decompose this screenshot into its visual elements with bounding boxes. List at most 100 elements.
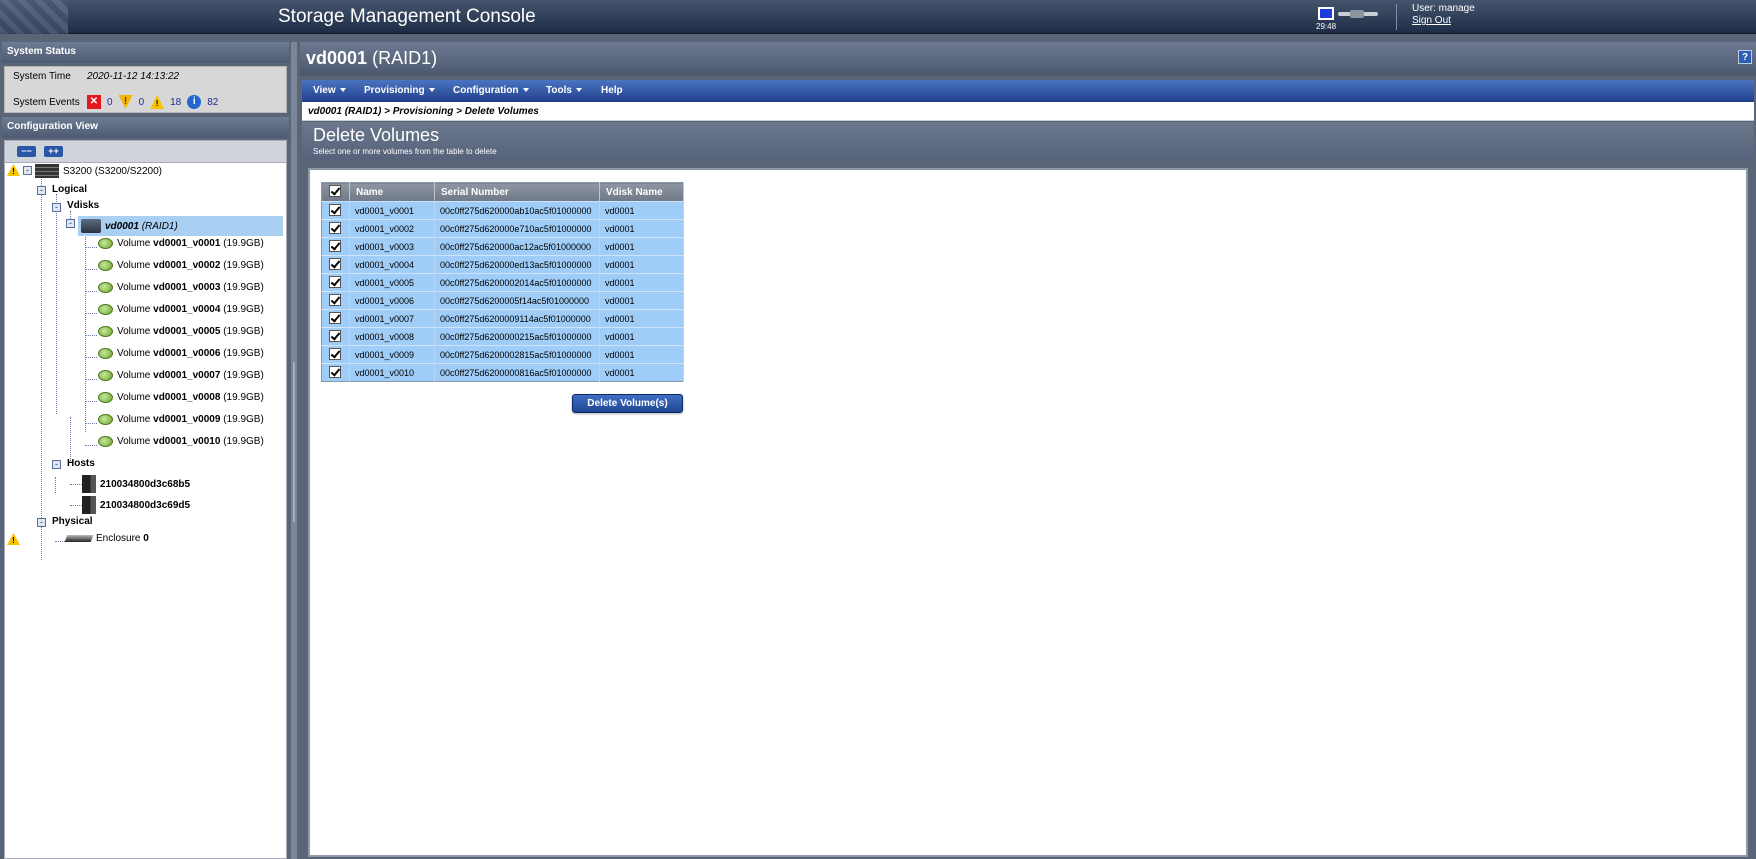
table-row[interactable]: vd0001_v0007 00c0ff275d6200009114ac5f0100… (321, 309, 684, 328)
error-events[interactable]: ✕ 0 (87, 95, 113, 109)
volume-size: (19.9GB) (223, 370, 264, 381)
error-count: 0 (107, 96, 113, 108)
row-checkbox[interactable] (329, 275, 341, 288)
tree-node-vdisks[interactable]: Vdisks (67, 200, 99, 211)
tree-node-host[interactable]: 210034800d3c68b5 (82, 475, 190, 493)
cell-vdisk-name: vd0001 (599, 273, 684, 292)
critical-events[interactable]: ! 0 (118, 95, 144, 109)
cell-serial-number: 00c0ff275d6200009114ac5f01000000 (434, 309, 600, 328)
volume-name: vd0001_v0001 (153, 238, 221, 249)
panel-splitter[interactable] (291, 42, 297, 859)
table-row[interactable]: vd0001_v0003 00c0ff275d620000ac12ac5f0100… (321, 237, 684, 256)
host-label: 210034800d3c68b5 (100, 478, 191, 490)
cell-volume-name: vd0001_v0010 (349, 363, 435, 382)
info-events[interactable]: i 82 (187, 95, 218, 109)
connection-status-widget[interactable]: 29:48 (1316, 7, 1384, 31)
menu-view[interactable]: View (313, 85, 346, 96)
row-checkbox[interactable] (329, 203, 341, 216)
volume-prefix: Volume (117, 304, 151, 315)
table-row[interactable]: vd0001_v0006 00c0ff275d6200005f14ac5f0100… (321, 291, 684, 310)
tree-node-volume[interactable]: Volume vd0001_v0007 (19.9GB) (98, 370, 264, 381)
volume-prefix: Volume (117, 436, 151, 447)
menu-help[interactable]: Help (601, 85, 623, 96)
cell-serial-number: 00c0ff275d620000ed13ac5f01000000 (434, 255, 600, 274)
column-header-name[interactable]: Name (349, 182, 435, 202)
table-row[interactable]: vd0001_v0004 00c0ff275d620000ed13ac5f0100… (321, 255, 684, 274)
tree-connector (70, 484, 82, 485)
warning-icon: ! (150, 95, 165, 109)
tree-node-volume[interactable]: Volume vd0001_v0004 (19.9GB) (98, 304, 264, 315)
tree-node-volume[interactable]: Volume vd0001_v0006 (19.9GB) (98, 348, 264, 359)
system-status-heading: System Status (2, 42, 289, 63)
volume-prefix: Volume (117, 282, 151, 293)
table-row[interactable]: vd0001_v0001 00c0ff275d620000ab10ac5f0100… (321, 201, 684, 220)
tree-node-volume[interactable]: Volume vd0001_v0005 (19.9GB) (98, 326, 264, 337)
table-row[interactable]: vd0001_v0002 00c0ff275d620000e710ac5f0100… (321, 219, 684, 238)
tree-connector (85, 269, 97, 270)
tree-node-volume[interactable]: Volume vd0001_v0010 (19.9GB) (98, 436, 264, 447)
column-header-serial[interactable]: Serial Number (434, 182, 600, 202)
tree-node-physical[interactable]: Physical (52, 516, 93, 527)
physical-expander[interactable]: - (37, 518, 46, 527)
tree-node-volume[interactable]: Volume vd0001_v0001 (19.9GB) (98, 238, 264, 249)
tree-node-volume[interactable]: Volume vd0001_v0009 (19.9GB) (98, 414, 264, 425)
main-title-bar: vd0001 (RAID1) ? (300, 42, 1756, 76)
row-select-cell (321, 219, 350, 238)
tree-node-volume[interactable]: Volume vd0001_v0002 (19.9GB) (98, 260, 264, 271)
row-select-cell (321, 327, 350, 346)
delete-volumes-button[interactable]: Delete Volume(s) (572, 394, 683, 413)
expand-all-button[interactable]: ++ (44, 146, 63, 157)
row-checkbox[interactable] (329, 293, 341, 306)
tree-connector (85, 291, 97, 292)
column-header-vdisk[interactable]: Vdisk Name (599, 182, 684, 202)
system-events-label: System Events (13, 96, 80, 108)
tree-node-volume[interactable]: Volume vd0001_v0003 (19.9GB) (98, 282, 264, 293)
vdisks-expander[interactable]: - (52, 203, 61, 212)
tree-node-volume[interactable]: Volume vd0001_v0008 (19.9GB) (98, 392, 264, 403)
row-checkbox[interactable] (329, 257, 341, 270)
row-checkbox[interactable] (329, 347, 341, 360)
menu-provisioning[interactable]: Provisioning (364, 85, 435, 96)
table-row[interactable]: vd0001_v0010 00c0ff275d6200000816ac5f0100… (321, 363, 684, 382)
tree-node-hosts[interactable]: Hosts (67, 458, 95, 469)
row-checkbox[interactable] (329, 221, 341, 234)
sign-out-link[interactable]: Sign Out (1412, 15, 1451, 26)
collapse-all-button[interactable]: −− (17, 146, 36, 157)
menu-configuration[interactable]: Configuration (453, 85, 529, 96)
cell-vdisk-name: vd0001 (599, 309, 684, 328)
volume-size: (19.9GB) (223, 436, 264, 447)
system-status-panel: System Time 2020-11-12 14:13:22 System E… (4, 66, 287, 113)
row-checkbox[interactable] (329, 365, 341, 378)
row-checkbox[interactable] (329, 239, 341, 252)
table-row[interactable]: vd0001_v0009 00c0ff275d6200002815ac5f0100… (321, 345, 684, 364)
help-button[interactable]: ? (1738, 50, 1752, 64)
array-expander[interactable]: - (23, 166, 32, 175)
cell-volume-name: vd0001_v0003 (349, 237, 435, 256)
tree-node-host[interactable]: 210034800d3c69d5 (82, 496, 190, 514)
volume-size: (19.9GB) (223, 238, 264, 249)
volume-prefix: Volume (117, 370, 151, 381)
tree-node-logical[interactable]: Logical (52, 184, 87, 195)
hosts-expander[interactable]: - (52, 460, 61, 469)
row-checkbox[interactable] (329, 329, 341, 342)
tree-connector (85, 401, 97, 402)
enclosure-prefix: Enclosure (96, 533, 141, 544)
table-row[interactable]: vd0001_v0005 00c0ff275d6200002014ac5f0100… (321, 273, 684, 292)
cell-volume-name: vd0001_v0006 (349, 291, 435, 310)
logo (0, 0, 68, 34)
cell-serial-number: 00c0ff275d6200005f14ac5f01000000 (434, 291, 600, 310)
warning-count: 18 (170, 96, 182, 108)
select-all-checkbox[interactable] (329, 184, 341, 197)
tree-node-vdisk-vd0001[interactable]: vd0001 (RAID1) (78, 216, 283, 236)
logical-expander[interactable]: - (37, 186, 46, 195)
tree-node-enclosure[interactable]: Enclosure 0 (64, 533, 149, 544)
table-header-row: Name Serial Number Vdisk Name (321, 182, 684, 202)
table-row[interactable]: vd0001_v0008 00c0ff275d6200000215ac5f0100… (321, 327, 684, 346)
tree-connector (85, 335, 97, 336)
tree-node-array[interactable]: S3200 (S3200/S2200) (35, 164, 162, 178)
row-checkbox[interactable] (329, 311, 341, 324)
vdisk-expander[interactable]: - (66, 219, 75, 228)
warning-events[interactable]: ! 18 (150, 95, 181, 109)
session-timer: 29:48 (1316, 22, 1337, 31)
menu-tools[interactable]: Tools (546, 85, 582, 96)
